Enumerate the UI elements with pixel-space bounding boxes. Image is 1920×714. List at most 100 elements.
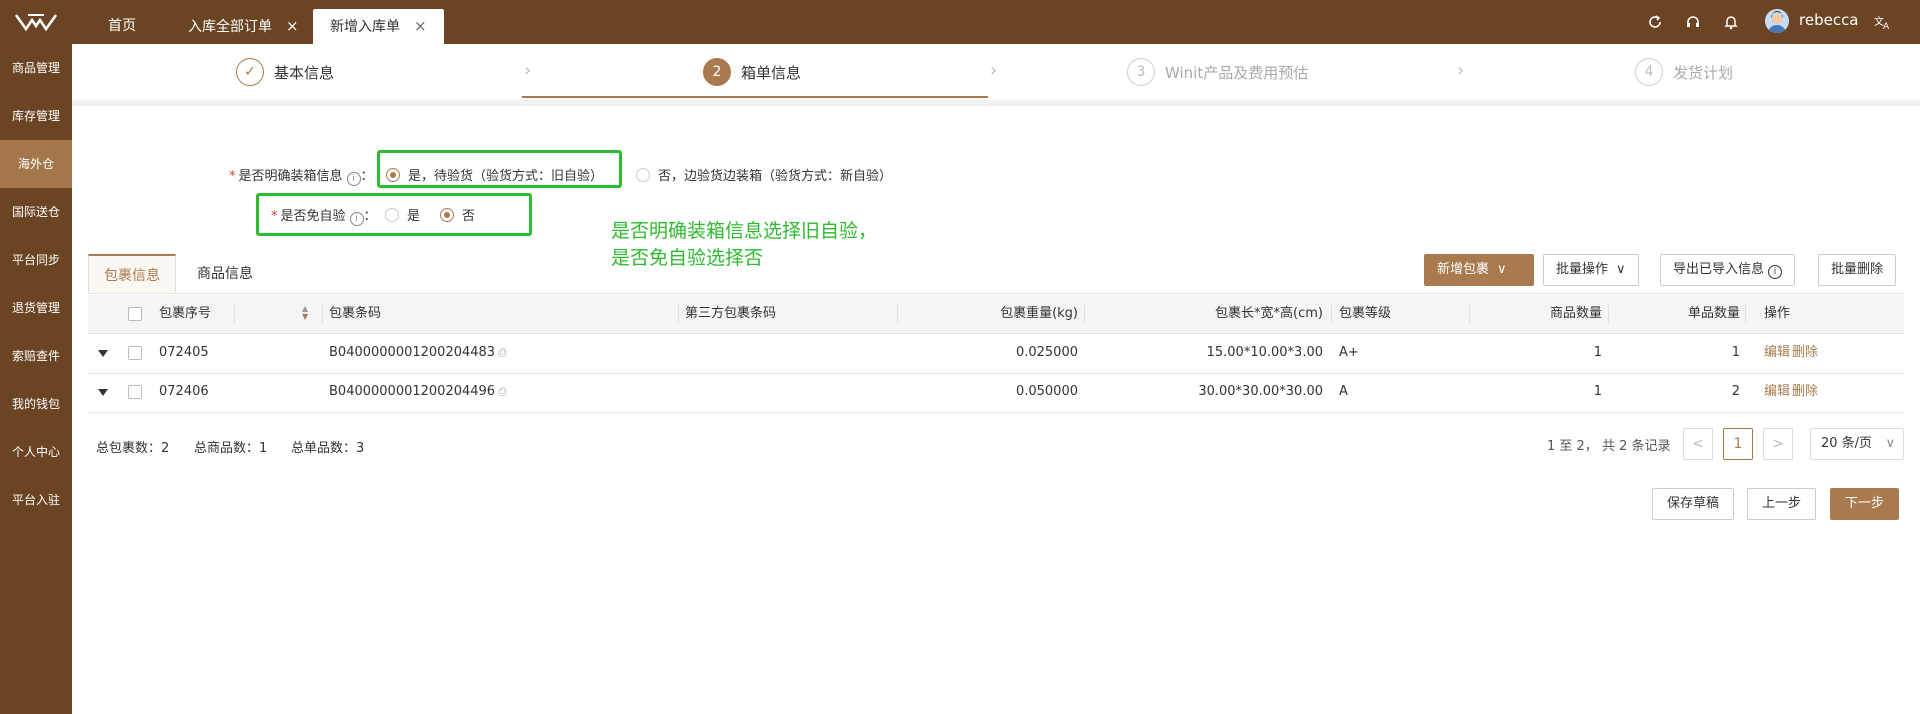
next-step-button[interactable]: 下一步: [1830, 488, 1900, 520]
chevron-down-icon: ∨: [1885, 436, 1895, 451]
package-grade: A+: [1339, 345, 1359, 360]
tab-divider: [88, 293, 1904, 294]
step-winit-product[interactable]: 3 Winit产品及费用预估: [1127, 57, 1308, 87]
delete-link[interactable]: 删除: [1792, 373, 1818, 411]
row-checkbox[interactable]: [128, 346, 142, 360]
sidebar-item-product[interactable]: 商品管理: [0, 44, 72, 92]
close-icon[interactable]: ×: [286, 17, 299, 35]
page-1-button[interactable]: 1: [1723, 428, 1753, 460]
headset-icon[interactable]: [1683, 12, 1703, 32]
sidebar-item-claims[interactable]: 索赔查件: [0, 332, 72, 380]
step-basic-info[interactable]: ✓ 基本信息: [236, 57, 334, 87]
required-mark: *: [271, 209, 278, 224]
summary-packages: 总包裹数：2: [96, 437, 169, 456]
sort-icon[interactable]: ▲ ▼: [302, 305, 308, 321]
prev-page-button[interactable]: <: [1683, 428, 1713, 460]
exempt-no-radio[interactable]: 否: [440, 205, 475, 224]
sidebar-item-wallet[interactable]: 我的钱包: [0, 380, 72, 428]
save-draft-button[interactable]: 保存草稿: [1652, 488, 1735, 520]
column-divider: [678, 305, 679, 323]
sidebar-item-returns[interactable]: 退货管理: [0, 284, 72, 332]
product-qty: 1: [1593, 345, 1602, 360]
unit-qty: 2: [1731, 384, 1740, 399]
column-header: 包裹序号: [159, 306, 212, 321]
tab-product-info[interactable]: 商品信息: [182, 254, 268, 294]
tab-package-info[interactable]: 包裹信息: [88, 254, 176, 294]
radio-dot: [385, 207, 399, 222]
export-imported-button[interactable]: 导出已导入信息 i: [1660, 254, 1796, 286]
barcode-text: B0400000001200204483: [329, 345, 496, 360]
label-text: 是否免自验: [280, 209, 346, 224]
print-icon[interactable]: ⎙: [498, 385, 507, 398]
sidebar-item-platform-join[interactable]: 平台入驻: [0, 476, 72, 524]
user-name[interactable]: rebecca: [1799, 11, 1859, 29]
tab-new-inbound-order[interactable]: 新增入库单 ×: [313, 9, 444, 44]
summary-value: 3: [356, 441, 365, 456]
bell-icon[interactable]: [1721, 12, 1741, 32]
radio-dot: [386, 167, 400, 182]
radio-label: 否，边验货边装箱（验货方式：新自验）: [658, 169, 893, 184]
batch-operation-button[interactable]: 批量操作 ∨: [1543, 254, 1639, 286]
expand-row-icon[interactable]: [98, 350, 108, 357]
select-all-checkbox[interactable]: [128, 307, 142, 321]
print-icon[interactable]: ⎙: [498, 346, 507, 359]
logo-icon[interactable]: [0, 0, 72, 44]
exempt-inspection-label: * 是否免自验 i：: [271, 205, 377, 226]
step-number: 3: [1127, 58, 1155, 86]
sidebar-item-international[interactable]: 国际送仓: [0, 188, 72, 236]
sidebar-item-overseas-warehouse[interactable]: 海外仓: [0, 140, 72, 188]
colon: ：: [360, 169, 374, 184]
summary-goods: 总商品数：1: [194, 437, 267, 456]
sidebar-item-profile[interactable]: 个人中心: [0, 428, 72, 476]
page-size-value: 20 条/页: [1821, 436, 1873, 451]
summary-units: 总单品数：3: [291, 437, 364, 456]
column-divider: [234, 305, 235, 323]
batch-delete-button[interactable]: 批量删除: [1818, 254, 1897, 286]
close-icon[interactable]: ×: [414, 17, 427, 35]
edit-link[interactable]: 编辑: [1764, 334, 1790, 372]
step-shipping-plan[interactable]: 4 发货计划: [1635, 57, 1733, 87]
info-icon[interactable]: i: [346, 172, 361, 186]
page-size-select[interactable]: 20 条/页 ∨: [1810, 428, 1904, 460]
refresh-icon[interactable]: [1645, 12, 1665, 32]
step-active-underline: [522, 96, 988, 98]
sidebar-item-platform-sync[interactable]: 平台同步: [0, 236, 72, 284]
info-icon[interactable]: i: [349, 212, 364, 226]
edit-link[interactable]: 编辑: [1764, 373, 1790, 411]
tab-home[interactable]: 首页: [108, 9, 136, 44]
column-divider: [897, 305, 898, 323]
avatar[interactable]: [1765, 9, 1789, 33]
row-checkbox[interactable]: [128, 385, 142, 399]
table-header: 包裹序号 ▲ ▼ 包裹条码 第三方包裹条码 包裹重量(kg) 包裹长*宽*高(cm…: [88, 295, 1904, 334]
column-divider: [1469, 305, 1470, 323]
expand-row-icon[interactable]: [98, 389, 108, 396]
chevron-right-icon: ›: [524, 60, 532, 81]
column-header: 包裹条码: [329, 306, 382, 321]
packing-option-yes-radio[interactable]: 是，待验货（验货方式：旧自验）: [386, 165, 603, 184]
column-header: 单品数量: [1687, 306, 1740, 321]
button-label: 批量操作: [1556, 262, 1609, 277]
step-packing-list[interactable]: 2 箱单信息: [703, 57, 801, 87]
translate-icon[interactable]: 文A: [1873, 12, 1893, 32]
chevron-right-icon: ›: [990, 60, 998, 81]
tab-label: 首页: [108, 18, 136, 34]
pagination-info: 1 至 2， 共 2 条记录: [1547, 439, 1671, 454]
check-icon: ✓: [236, 58, 264, 86]
step-label: 发货计划: [1673, 63, 1734, 82]
tab-all-inbound-orders[interactable]: 入库全部订单 ×: [188, 9, 299, 44]
next-page-button[interactable]: >: [1763, 428, 1793, 460]
exempt-yes-radio[interactable]: 是: [385, 205, 420, 224]
column-header: 第三方包裹条码: [685, 306, 777, 321]
previous-step-button[interactable]: 上一步: [1747, 488, 1817, 520]
required-mark: *: [229, 169, 236, 184]
packing-option-no-radio[interactable]: 否，边验货边装箱（验货方式：新自验）: [636, 165, 892, 184]
column-divider: [1745, 305, 1746, 323]
delete-link[interactable]: 删除: [1792, 334, 1818, 372]
table-row: 072405 B0400000001200204483 ⎙ 0.025000 15…: [88, 334, 1904, 374]
sidebar-item-inventory[interactable]: 库存管理: [0, 92, 72, 140]
package-weight: 0.025000: [1015, 345, 1078, 360]
column-divider: [1608, 305, 1609, 323]
unit-qty: 1: [1731, 345, 1740, 360]
add-package-button[interactable]: 新增包裹 ∨: [1424, 254, 1534, 286]
barcode-text: B0400000001200204496: [329, 384, 496, 399]
